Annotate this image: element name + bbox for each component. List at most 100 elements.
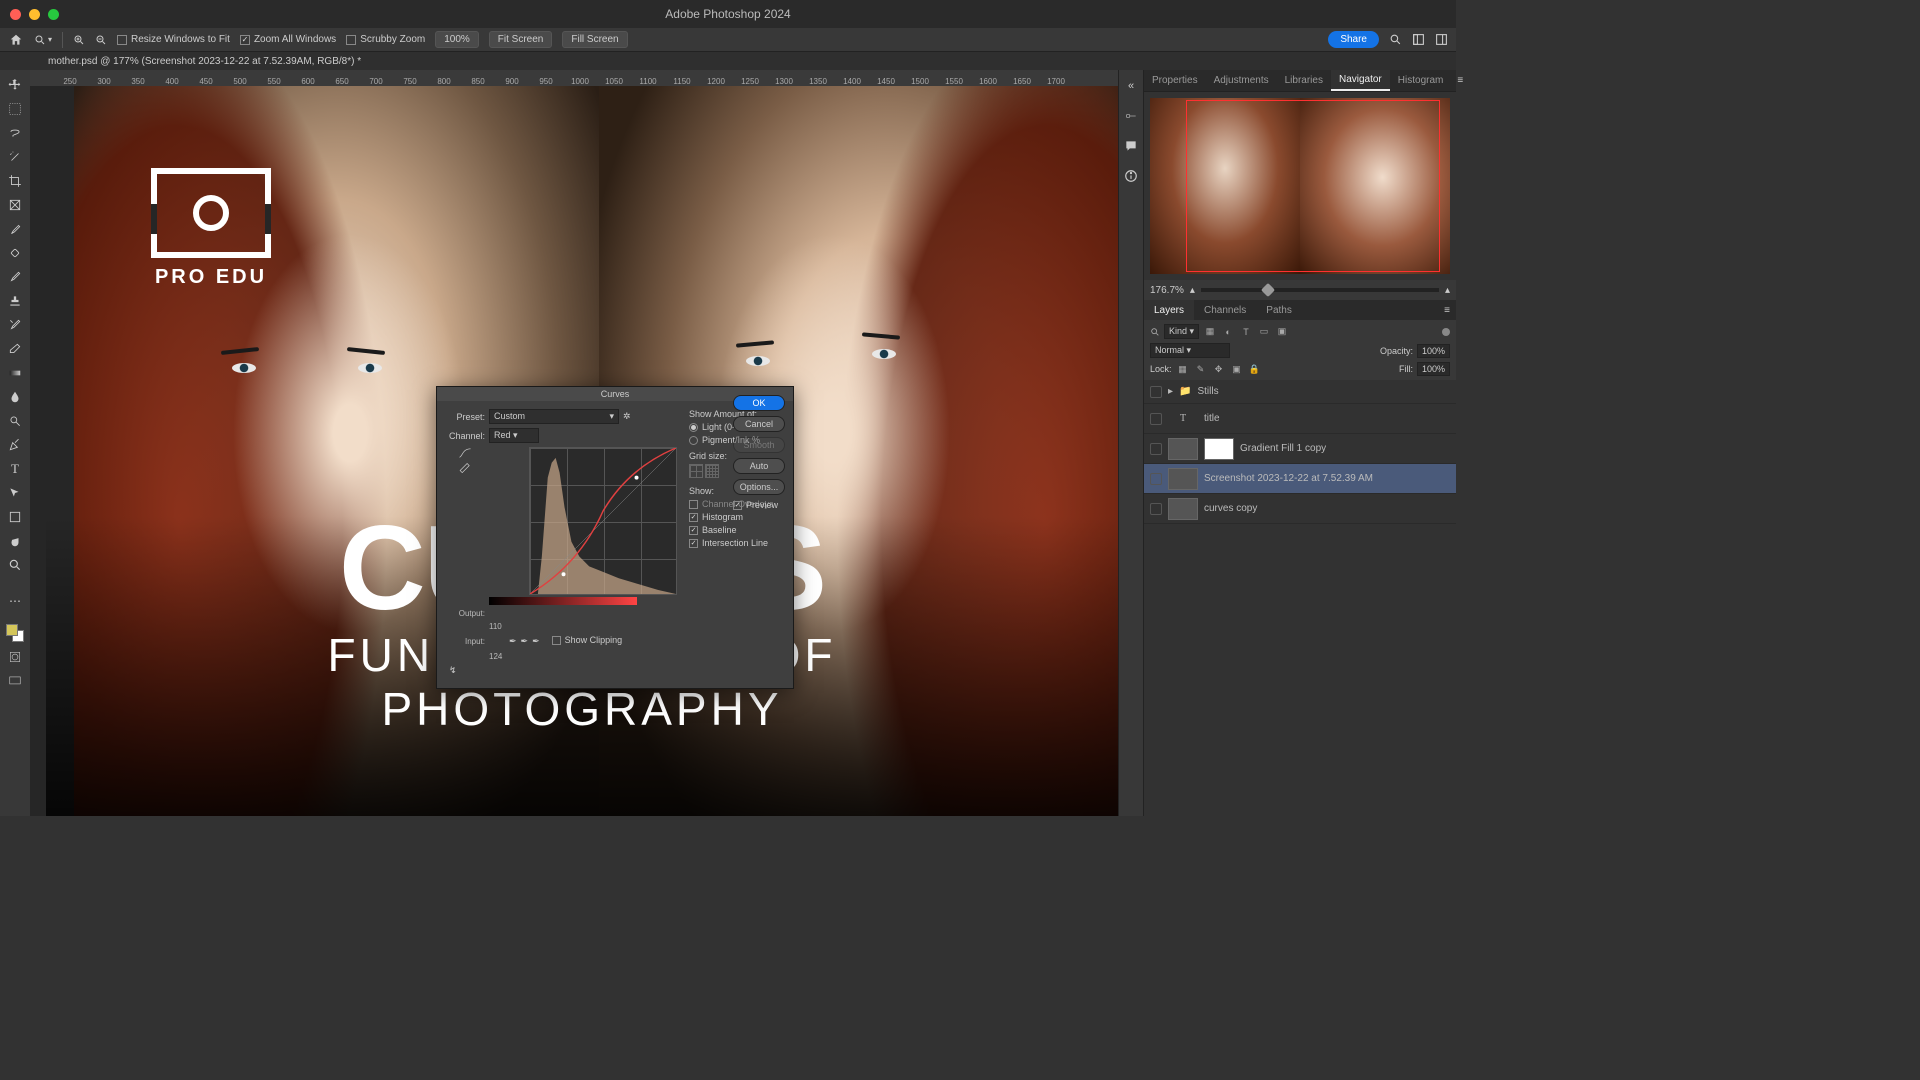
share-button[interactable]: Share <box>1328 31 1379 48</box>
lock-all-icon[interactable]: 🔒 <box>1248 362 1262 376</box>
chevron-icon[interactable]: ▸ <box>1168 386 1173 397</box>
panel-collapse-icon[interactable]: « <box>1123 78 1139 94</box>
layer-row[interactable]: curves copy <box>1144 494 1456 524</box>
zoom-out-icon[interactable] <box>95 34 107 46</box>
filter-smart-icon[interactable]: ▣ <box>1275 325 1289 339</box>
zoom-all-checkbox[interactable]: Zoom All Windows <box>240 34 336 45</box>
filter-toggle-icon[interactable] <box>1442 328 1450 336</box>
marquee-tool-icon[interactable] <box>6 100 24 118</box>
eyedropper-gray-icon[interactable]: ✒ <box>521 636 529 647</box>
auto-button[interactable]: Auto <box>733 458 785 474</box>
edit-toolbar-icon[interactable]: ⋯ <box>6 592 24 610</box>
curve-mode-icon[interactable] <box>458 447 472 459</box>
dodge-tool-icon[interactable] <box>6 412 24 430</box>
frame-tool-icon[interactable] <box>6 196 24 214</box>
layer-row[interactable]: Gradient Fill 1 copy <box>1144 434 1456 464</box>
minimize-window-icon[interactable] <box>29 9 40 20</box>
preset-select[interactable]: Custom ▾ <box>489 409 619 424</box>
preview-checkbox[interactable]: Preview <box>733 500 785 510</box>
tab-paths[interactable]: Paths <box>1256 300 1302 320</box>
zoom-dropdown[interactable]: ▾ <box>34 34 52 46</box>
filter-search-icon[interactable] <box>1150 327 1160 337</box>
zoom-out-small-icon[interactable]: ▴ <box>1190 285 1195 296</box>
lock-transparency-icon[interactable]: ▦ <box>1176 362 1190 376</box>
filter-adjust-icon[interactable]: ◐ <box>1221 325 1235 339</box>
maximize-window-icon[interactable] <box>48 9 59 20</box>
visibility-icon[interactable] <box>1150 413 1162 425</box>
search-icon[interactable] <box>1389 33 1402 46</box>
pen-tool-icon[interactable] <box>6 436 24 454</box>
color-swatches[interactable] <box>6 624 24 642</box>
curves-graph[interactable] <box>529 447 677 595</box>
workspace-icon[interactable] <box>1412 33 1425 46</box>
filter-kind-select[interactable]: Kind ▾ <box>1164 324 1199 339</box>
canvas[interactable]: PRO EDU CURVES FUNDAMENTALS OF PHOTOGRAP… <box>46 86 1118 816</box>
info-panel-icon[interactable] <box>1123 168 1139 184</box>
histogram-checkbox[interactable]: Histogram <box>689 512 785 522</box>
visibility-icon[interactable] <box>1150 443 1162 455</box>
output-value[interactable]: 110 <box>489 622 502 631</box>
blur-tool-icon[interactable] <box>6 388 24 406</box>
layer-row[interactable]: ▸📁Stills <box>1144 380 1456 404</box>
path-tool-icon[interactable] <box>6 484 24 502</box>
zoom-100-button[interactable]: 100% <box>435 31 479 48</box>
panel-menu-icon[interactable]: ≡ <box>1451 75 1469 86</box>
grid-10x10-icon[interactable] <box>705 464 719 478</box>
home-icon[interactable] <box>8 32 24 48</box>
screen-mode-icon[interactable] <box>6 672 24 690</box>
options-button[interactable]: Options... <box>733 479 785 495</box>
input-value[interactable]: 124 <box>489 652 502 661</box>
ok-button[interactable]: OK <box>733 395 785 411</box>
pencil-mode-icon[interactable] <box>458 461 472 473</box>
navigator-viewbox[interactable] <box>1186 100 1440 272</box>
heal-tool-icon[interactable] <box>6 244 24 262</box>
filter-type-icon[interactable]: T <box>1239 325 1253 339</box>
document-tab[interactable]: mother.psd @ 177% (Screenshot 2023-12-22… <box>0 52 1456 70</box>
zoom-tool-icon[interactable] <box>6 556 24 574</box>
tab-libraries[interactable]: Libraries <box>1277 70 1331 91</box>
grid-4x4-icon[interactable] <box>689 464 703 478</box>
quick-mask-icon[interactable] <box>6 648 24 666</box>
zoom-slider[interactable] <box>1201 288 1439 292</box>
lock-position-icon[interactable]: ✥ <box>1212 362 1226 376</box>
tab-channels[interactable]: Channels <box>1194 300 1256 320</box>
stamp-tool-icon[interactable] <box>6 292 24 310</box>
visibility-icon[interactable] <box>1150 503 1162 515</box>
baseline-checkbox[interactable]: Baseline <box>689 525 785 535</box>
blend-mode-select[interactable]: Normal ▾ <box>1150 343 1230 358</box>
eyedropper-white-icon[interactable]: ✒ <box>532 636 540 647</box>
tab-layers[interactable]: Layers <box>1144 300 1194 320</box>
wand-tool-icon[interactable] <box>6 148 24 166</box>
eyedropper-black-icon[interactable]: ✒ <box>509 636 517 647</box>
resize-windows-checkbox[interactable]: Resize Windows to Fit <box>117 34 230 45</box>
fill-value[interactable]: 100% <box>1417 362 1450 376</box>
fill-screen-button[interactable]: Fill Screen <box>562 31 627 48</box>
type-tool-icon[interactable]: T <box>6 460 24 478</box>
visibility-icon[interactable] <box>1150 473 1162 485</box>
brush-panel-icon[interactable] <box>1123 108 1139 124</box>
filter-shape-icon[interactable]: ▭ <box>1257 325 1271 339</box>
intersection-checkbox[interactable]: Intersection Line <box>689 538 785 548</box>
workspace-menu-icon[interactable] <box>1435 33 1448 46</box>
lasso-tool-icon[interactable] <box>6 124 24 142</box>
curves-dialog[interactable]: Curves Preset: Custom ▾ ✲ Channel: Red ▾ <box>436 386 794 689</box>
navigator-preview[interactable] <box>1150 98 1450 274</box>
gradient-tool-icon[interactable] <box>6 364 24 382</box>
scrubby-zoom-checkbox[interactable]: Scrubby Zoom <box>346 34 425 45</box>
history-brush-tool-icon[interactable] <box>6 316 24 334</box>
layer-row[interactable]: Ttitle <box>1144 404 1456 434</box>
lock-artboard-icon[interactable]: ▣ <box>1230 362 1244 376</box>
layer-panel-menu-icon[interactable]: ≡ <box>1438 305 1456 316</box>
shape-tool-icon[interactable] <box>6 508 24 526</box>
tab-histogram[interactable]: Histogram <box>1390 70 1452 91</box>
cancel-button[interactable]: Cancel <box>733 416 785 432</box>
tab-navigator[interactable]: Navigator <box>1331 70 1390 91</box>
channel-select[interactable]: Red ▾ <box>489 428 539 443</box>
tab-adjustments[interactable]: Adjustments <box>1206 70 1277 91</box>
comment-panel-icon[interactable] <box>1123 138 1139 154</box>
filter-pixel-icon[interactable]: ▦ <box>1203 325 1217 339</box>
visibility-icon[interactable] <box>1150 386 1162 398</box>
preset-menu-icon[interactable]: ✲ <box>623 411 631 422</box>
close-window-icon[interactable] <box>10 9 21 20</box>
target-adjust-icon[interactable]: ↯ <box>449 665 457 676</box>
